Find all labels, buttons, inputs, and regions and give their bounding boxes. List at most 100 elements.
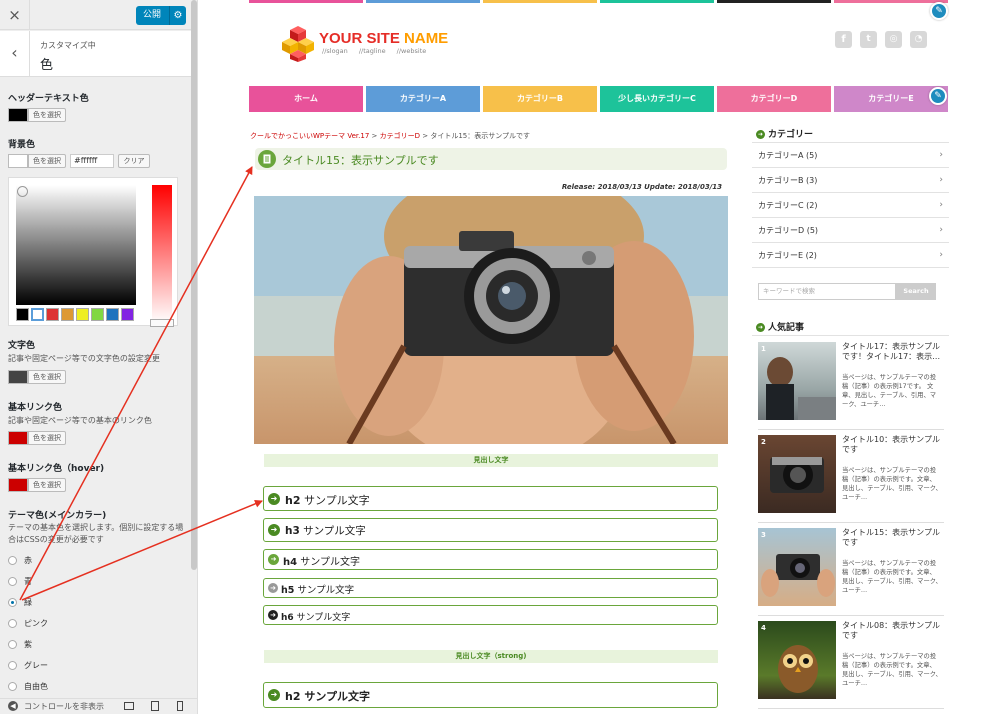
saturation-area[interactable] — [16, 185, 136, 305]
publish-button[interactable]: 公開 ⚙ — [136, 6, 186, 25]
link-hover-color-select-button[interactable]: 色を選択 — [28, 478, 66, 492]
gear-icon[interactable]: ⚙ — [169, 6, 186, 25]
hue-slider[interactable] — [150, 185, 174, 327]
sidebar-category-item[interactable]: カテゴリーC (2) › — [752, 193, 949, 218]
post-dates: Release: 2018/03/13 Update: 2018/03/13 — [561, 183, 722, 191]
header-text-color-select-button[interactable]: 色を選択 — [28, 108, 66, 122]
panel-scrollbar[interactable] — [191, 0, 197, 570]
palette-swatch[interactable] — [31, 308, 44, 321]
saturation-handle[interactable] — [17, 186, 28, 197]
close-icon[interactable]: × — [0, 0, 30, 30]
sidebar-category-item[interactable]: カテゴリーB (3) › — [752, 168, 949, 193]
popular-title[interactable]: タイトル08：表示サンプルです — [842, 621, 942, 641]
sidebar-category-item[interactable]: カテゴリーE (2) › — [752, 243, 949, 268]
sidebar-category-item[interactable]: カテゴリーD (5) › — [752, 218, 949, 243]
popular-post[interactable]: 3 タイトル15：表示サンプルです 当ページは、サンプルテーマの投稿（記事）の表… — [758, 528, 944, 616]
h6-text: h6 サンプル文字 — [281, 610, 350, 623]
sidebar-category-item[interactable]: カテゴリーA (5) › — [752, 143, 949, 168]
link-color-select-button[interactable]: 色を選択 — [28, 431, 66, 445]
h5-text: h5 サンプル文字 — [281, 582, 354, 596]
edit-pencil-icon[interactable]: ✎ — [930, 2, 948, 20]
popular-thumbnail[interactable] — [758, 621, 836, 699]
arrow-circle-icon: ➜ — [756, 130, 765, 139]
breadcrumb-category-link[interactable]: カテゴリーD — [380, 132, 420, 140]
theme-radio-custom[interactable] — [8, 682, 17, 691]
back-arrow-icon[interactable]: ‹ — [0, 31, 30, 77]
nav-item-home[interactable]: ホーム — [249, 86, 363, 112]
popular-rank: 2 — [761, 438, 766, 446]
hero-image-camera-woman — [254, 196, 728, 444]
theme-radio-purple[interactable] — [8, 640, 17, 649]
header-text-color-swatch[interactable] — [8, 108, 28, 122]
h5-tag: h5 — [281, 585, 295, 596]
popular-thumbnail[interactable] — [758, 528, 836, 606]
background-color-select-button[interactable]: 色を選択 — [28, 154, 66, 168]
h2-strong-text: h2 サンプル文字 — [285, 688, 370, 704]
popular-thumbnail[interactable] — [758, 342, 836, 420]
palette-swatch[interactable] — [46, 308, 59, 321]
palette-swatch[interactable] — [121, 308, 134, 321]
theme-radio-red[interactable] — [8, 556, 17, 565]
arrow-circle-icon: ➜ — [268, 689, 280, 701]
popular-title[interactable]: タイトル17：表示サンプルです！タイトル17：表示… — [842, 342, 942, 362]
category-name: カテゴリーA (5) — [758, 151, 818, 160]
link-color-description: 記事や固定ページ等での基本のリンク色 — [8, 416, 152, 425]
header-text-color-label: ヘッダーテキスト色 — [8, 94, 89, 104]
breadcrumb-sep: > — [369, 132, 380, 140]
background-hex-input[interactable]: #ffffff — [70, 154, 114, 168]
nav-item-category-d[interactable]: カテゴリーD — [717, 86, 831, 112]
mobile-preview-icon[interactable] — [177, 701, 183, 711]
tablet-preview-icon[interactable] — [151, 701, 159, 711]
text-color-description: 記事や固定ページ等での文字色の設定変更 — [8, 354, 160, 363]
popular-title[interactable]: タイトル10：表示サンプルです — [842, 435, 942, 455]
theme-radio-green[interactable] — [8, 598, 17, 607]
hue-handle[interactable] — [150, 319, 174, 327]
theme-radio-gray[interactable] — [8, 661, 17, 670]
popular-excerpt: 当ページは、サンプルテーマの投稿（記事）の表示例です。文章、見出し、テーブル、引… — [842, 467, 942, 501]
popular-title[interactable]: タイトル15：表示サンプルです — [842, 528, 942, 548]
collapse-icon[interactable]: ◀ — [8, 701, 18, 711]
breadcrumb-sep: > — [420, 132, 431, 140]
background-clear-button[interactable]: クリア — [118, 154, 150, 168]
site-name[interactable]: YOUR SITE NAME — [319, 30, 448, 47]
palette-swatch[interactable] — [16, 308, 29, 321]
arrow-circle-icon: ➜ — [268, 583, 278, 593]
popular-post[interactable]: 1 タイトル17：表示サンプルです！タイトル17：表示… 当ページは、サンプルテ… — [758, 342, 944, 430]
popular-thumbnail[interactable] — [758, 435, 836, 513]
facebook-icon[interactable]: f — [835, 31, 852, 48]
desktop-preview-icon[interactable] — [124, 702, 134, 710]
nav-item-category-a[interactable]: カテゴリーA — [366, 86, 480, 112]
background-color-swatch[interactable] — [8, 154, 28, 168]
popular-post[interactable]: 2 タイトル10：表示サンプルです 当ページは、サンプルテーマの投稿（記事）の表… — [758, 435, 944, 523]
breadcrumb-home-link[interactable]: クールでかっこいいWPテーマ Ver.17 — [250, 132, 369, 140]
category-name: カテゴリーE (2) — [758, 251, 817, 260]
nav-item-category-b[interactable]: カテゴリーB — [483, 86, 597, 112]
search-input[interactable]: キーワードで検索 — [758, 283, 896, 300]
palette-swatch[interactable] — [106, 308, 119, 321]
color-picker — [8, 177, 178, 327]
site-logo-icon[interactable] — [276, 22, 316, 62]
instagram-icon[interactable]: ◎ — [885, 31, 902, 48]
text-color-swatch[interactable] — [8, 370, 28, 384]
customizer-header: × 公開 ⚙ — [0, 0, 197, 30]
theme-radio-pink[interactable] — [8, 619, 17, 628]
h2-text: h2 サンプル文字 — [285, 492, 370, 508]
link-hover-color-swatch[interactable] — [8, 478, 28, 492]
theme-radio-blue[interactable] — [8, 577, 17, 586]
rss-icon[interactable]: ◔ — [910, 31, 927, 48]
popular-post[interactable]: 4 タイトル08：表示サンプルです 当ページは、サンプルテーマの投稿（記事）の表… — [758, 621, 944, 709]
nav-item-category-c[interactable]: 少し長いカテゴリーC — [600, 86, 714, 112]
h4-sample: ➜ h4 サンプル文字 — [263, 549, 718, 570]
palette-swatch[interactable] — [76, 308, 89, 321]
search-button[interactable]: Search — [896, 283, 936, 300]
theme-option-label: 赤 — [24, 556, 32, 565]
twitter-icon[interactable]: t — [860, 31, 877, 48]
text-color-select-button[interactable]: 色を選択 — [28, 370, 66, 384]
publish-label: 公開 — [143, 10, 162, 20]
link-color-swatch[interactable] — [8, 431, 28, 445]
h6-tag: h6 — [281, 613, 294, 623]
palette-swatch[interactable] — [61, 308, 74, 321]
hide-controls-label[interactable]: コントロールを非表示 — [24, 701, 104, 712]
edit-pencil-icon[interactable]: ✎ — [929, 87, 947, 105]
palette-swatch[interactable] — [91, 308, 104, 321]
